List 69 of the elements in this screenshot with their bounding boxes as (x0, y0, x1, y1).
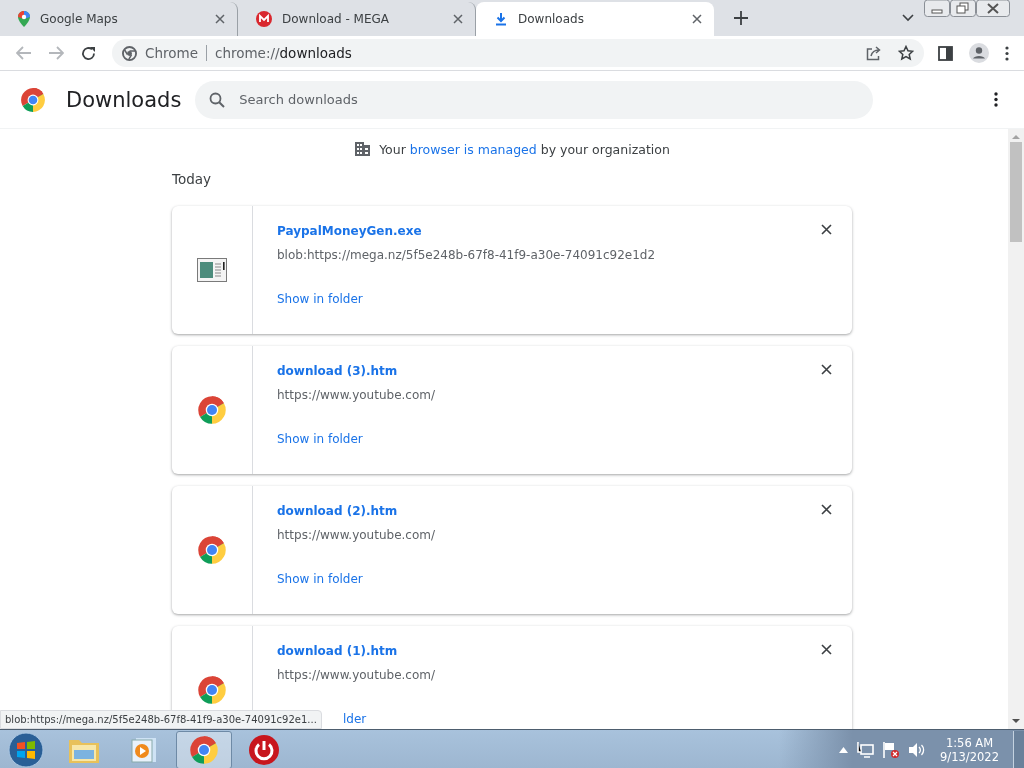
remove-button[interactable] (819, 642, 834, 657)
source-url: blob:https://mega.nz/5f5e248b-67f8-41f9-a30e-74091c92e1d2 (277, 248, 656, 262)
close-icon (821, 504, 832, 515)
restore-icon[interactable] (950, 0, 976, 17)
file-name-link[interactable]: download (3).htm (277, 364, 398, 378)
network-icon[interactable] (856, 741, 875, 758)
browser-tab[interactable]: Downloads (476, 2, 714, 36)
source-url: https://www.youtube.com/ (277, 388, 435, 402)
clock[interactable]: 1:56 AM 9/13/2022 (940, 735, 999, 764)
remove-button[interactable] (819, 222, 834, 237)
side-panel-icon[interactable] (938, 45, 953, 61)
source-url: https://www.youtube.com/ (277, 668, 435, 682)
scroll-thumb[interactable] (1010, 142, 1022, 242)
chrome-logo-icon (197, 395, 227, 425)
star-icon[interactable] (898, 45, 914, 61)
volume-icon[interactable] (908, 741, 927, 758)
show-hidden-icon[interactable] (839, 746, 849, 753)
chrome-logo-icon (197, 675, 227, 705)
remove-button[interactable] (819, 362, 834, 377)
url-text: chrome://downloads (214, 45, 352, 61)
close-icon (821, 644, 832, 655)
show-in-folder-link[interactable]: lder (343, 712, 367, 726)
search-field[interactable]: Search downloads (195, 80, 874, 119)
file-name-link[interactable]: download (2).htm (277, 504, 398, 518)
remove-button[interactable] (819, 502, 834, 517)
site-label: Chrome (145, 45, 198, 61)
reload-icon[interactable] (80, 45, 96, 61)
close-icon[interactable] (453, 14, 463, 24)
address-bar[interactable]: Chrome chrome://downloads (112, 39, 924, 67)
chrome-logo-icon (20, 86, 46, 113)
show-desktop-button[interactable] (1013, 730, 1024, 768)
file-name-link[interactable]: download (1).htm (277, 644, 398, 658)
managed-link[interactable]: browser is managed (409, 141, 537, 157)
show-in-folder-link[interactable]: Show in folder (277, 292, 363, 306)
building-icon (354, 141, 372, 157)
start-button[interactable] (6, 730, 46, 768)
close-icon[interactable] (692, 14, 702, 24)
menu-icon[interactable] (1005, 45, 1009, 61)
close-icon (821, 364, 832, 375)
status-bubble: blob:https://mega.nz/5f5e248b-67f8-41f9-a30e-74091c92e1... (0, 710, 322, 729)
flag-icon[interactable] (882, 740, 901, 759)
map-pin-icon (18, 11, 30, 27)
scrollbar[interactable] (1008, 129, 1024, 729)
close-window-icon[interactable] (976, 0, 1010, 17)
program-window-icon (197, 258, 227, 282)
source-url: https://www.youtube.com/ (277, 528, 435, 542)
download-icon (494, 12, 508, 26)
chrome-logo-icon (189, 734, 219, 765)
chrome-logo-icon (197, 535, 227, 565)
scroll-down-icon[interactable] (1012, 718, 1020, 724)
date-heading: Today (172, 171, 212, 187)
minimize-icon[interactable] (924, 0, 950, 17)
page-title: Downloads (66, 87, 182, 112)
power-icon (248, 733, 280, 766)
close-icon[interactable] (215, 14, 225, 24)
media-player-icon (130, 735, 158, 764)
show-in-folder-link[interactable]: Show in folder (277, 572, 363, 586)
chrome-logo-icon (122, 45, 137, 61)
close-icon (821, 224, 832, 235)
profile-icon[interactable] (969, 43, 989, 63)
taskbar-app[interactable] (176, 730, 232, 768)
menu-icon[interactable] (994, 92, 998, 107)
mega-logo-icon (256, 11, 272, 27)
search-icon (209, 91, 226, 108)
file-name-link[interactable]: PaypalMoneyGen.exe (277, 224, 422, 238)
share-icon[interactable] (866, 45, 882, 61)
show-in-folder-link[interactable]: Show in folder (277, 432, 363, 446)
managed-notice: Your browser is managed by your organization (379, 141, 670, 157)
chevron-down-icon[interactable] (902, 14, 914, 22)
